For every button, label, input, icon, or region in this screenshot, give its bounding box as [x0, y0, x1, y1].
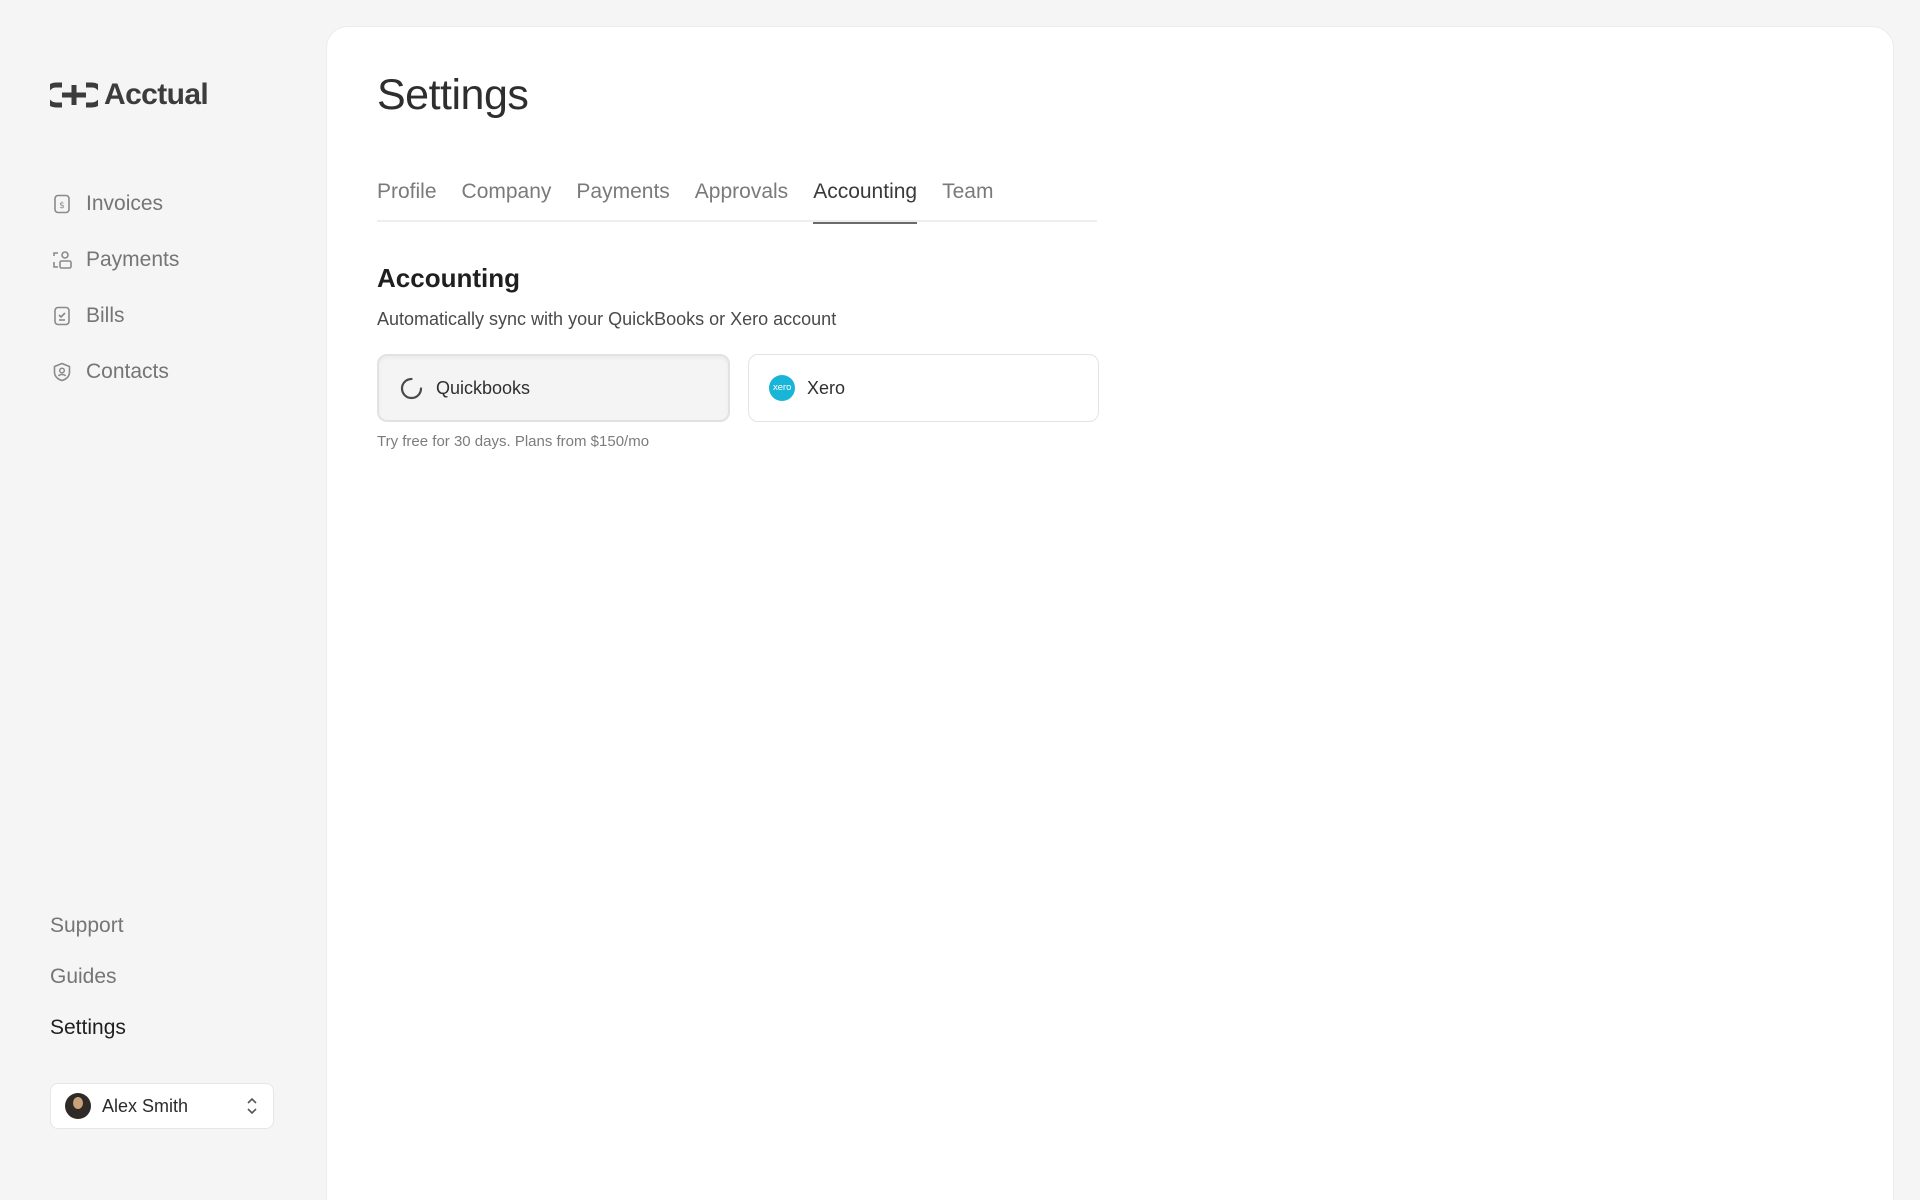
sidebar-item-guides[interactable]: Guides — [50, 951, 126, 1002]
section-description: Automatically sync with your QuickBooks … — [377, 309, 837, 329]
account-switcher[interactable]: Alex Smith — [50, 1083, 274, 1129]
contacts-icon — [50, 360, 74, 384]
sidebar-item-label: Invoices — [86, 192, 164, 215]
provider-label: Xero — [807, 377, 846, 398]
sidebar-item-label: Contacts — [86, 360, 169, 383]
invoice-icon: $ — [50, 192, 74, 216]
sidebar-item-label: Bills — [86, 304, 125, 327]
xero-logo-icon: xero — [769, 375, 795, 401]
primary-nav: $ Invoices Payments Bills Contacts — [50, 176, 179, 400]
secondary-nav: Support Guides Settings — [50, 900, 126, 1053]
provider-label: Quickbooks — [436, 377, 531, 398]
sidebar-item-invoices[interactable]: $ Invoices — [50, 176, 179, 232]
tab-payments[interactable]: Payments — [576, 167, 669, 222]
page-title: Settings — [377, 71, 529, 119]
xero-connect-button[interactable]: xero Xero — [748, 354, 1099, 422]
sidebar-item-contacts[interactable]: Contacts — [50, 344, 179, 400]
pricing-hint: Try free for 30 days. Plans from $150/mo — [377, 433, 650, 450]
brand-name: Acctual — [104, 78, 209, 111]
svg-text:$: $ — [59, 201, 65, 211]
sidebar-item-label: Payments — [86, 248, 180, 271]
sidebar-item-settings[interactable]: Settings — [50, 1002, 126, 1053]
tab-accounting[interactable]: Accounting — [813, 167, 917, 224]
avatar — [65, 1093, 91, 1119]
quickbooks-connect-button[interactable]: Quickbooks — [377, 354, 730, 422]
sidebar-item-payments[interactable]: Payments — [50, 232, 179, 288]
tab-company[interactable]: Company — [462, 167, 552, 222]
chevron-up-down-icon — [247, 1097, 257, 1115]
sidebar-item-support[interactable]: Support — [50, 900, 126, 951]
app-window: Acctual $ Invoices Payments Bills Contac… — [0, 0, 1920, 1200]
payments-icon — [50, 248, 74, 272]
sidebar: Acctual $ Invoices Payments Bills Contac… — [0, 0, 326, 1200]
loading-spinner-icon — [400, 377, 423, 399]
section-title: Accounting — [377, 263, 520, 293]
brand-logo[interactable]: Acctual — [50, 78, 209, 112]
tab-profile[interactable]: Profile — [377, 167, 437, 222]
acctual-logo-icon — [50, 82, 98, 108]
settings-tabs: Profile Company Payments Approvals Accou… — [377, 167, 1097, 224]
bills-icon — [50, 304, 74, 328]
user-name: Alex Smith — [102, 1095, 189, 1116]
tab-approvals[interactable]: Approvals — [695, 167, 788, 222]
tab-team[interactable]: Team — [942, 167, 993, 222]
settings-panel: Settings Profile Company Payments Approv… — [326, 26, 1894, 1200]
sidebar-item-bills[interactable]: Bills — [50, 288, 179, 344]
